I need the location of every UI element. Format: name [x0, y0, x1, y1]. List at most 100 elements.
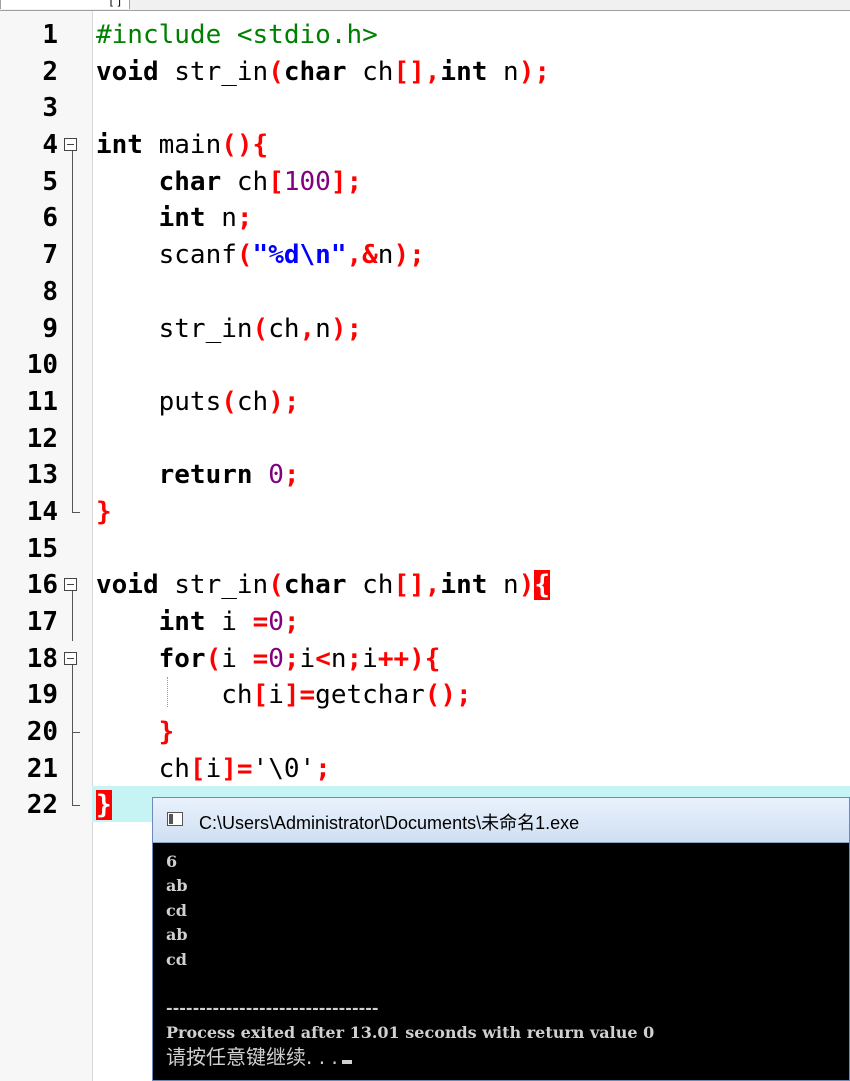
- code-token: [: [189, 753, 206, 784]
- file-tab[interactable]: [*]: [0, 0, 130, 9]
- code-token: (: [205, 643, 222, 674]
- line-number: 10: [26, 350, 58, 381]
- fold-guide: [72, 383, 73, 421]
- code-token: i: [221, 643, 253, 674]
- code-text[interactable]: scanf("%d\n",&n);: [96, 237, 425, 274]
- code-line[interactable]: 21 ch[i]='\0';: [0, 750, 850, 788]
- code-token: i: [362, 643, 378, 674]
- code-line[interactable]: 2 void str_in(char ch[],int n);: [0, 54, 850, 91]
- code-line[interactable]: 20 }: [0, 714, 850, 752]
- line-number: 20: [26, 717, 58, 748]
- code-line[interactable]: 12: [0, 420, 850, 458]
- code-token: (: [268, 570, 284, 601]
- code-token: (: [236, 240, 253, 271]
- code-line[interactable]: 19 ch[i]=getchar();: [0, 677, 850, 715]
- line-number: 13: [26, 460, 58, 491]
- console-line: ab: [166, 925, 188, 945]
- code-token: ch: [96, 753, 190, 784]
- console-window[interactable]: C:\Users\Administrator\Documents\未命名1.ex…: [152, 797, 850, 1081]
- code-line[interactable]: 18 for(i =0;i<n;i++){: [0, 641, 850, 678]
- console-line: ab: [166, 876, 188, 896]
- tab-strip: [*]: [0, 0, 850, 11]
- fold-collapse-icon[interactable]: [64, 651, 77, 665]
- code-text[interactable]: void str_in(char ch[],int n);: [96, 54, 550, 91]
- code-text[interactable]: puts(ch);: [96, 384, 300, 421]
- code-token: {: [534, 570, 551, 601]
- code-line[interactable]: 7 scanf("%d\n",&n);: [0, 237, 850, 275]
- code-line[interactable]: 11 puts(ch);: [0, 383, 850, 421]
- code-text[interactable]: void str_in(char ch[],int n){: [96, 567, 551, 604]
- prompt-text: 请按任意键继续. . .: [166, 1045, 338, 1070]
- code-token: n: [487, 570, 519, 601]
- code-token: i: [205, 607, 253, 637]
- code-token: ;: [283, 643, 300, 674]
- fold-end-marker: [72, 805, 80, 807]
- code-token: (: [221, 386, 237, 417]
- code-text[interactable]: }: [96, 494, 112, 531]
- code-line[interactable]: 10: [0, 347, 850, 385]
- code-token: '\0': [252, 753, 316, 784]
- code-line[interactable]: 16 void str_in(char ch[],int n){: [0, 567, 850, 605]
- code-token: int: [440, 56, 488, 87]
- code-text[interactable]: char ch[100];: [96, 164, 363, 201]
- line-number: 3: [42, 93, 58, 124]
- console-line: 6: [166, 852, 178, 871]
- fold-guide: [72, 347, 73, 385]
- code-text[interactable]: ch[i]='\0';: [96, 751, 331, 788]
- code-text[interactable]: ch[i]=getchar();: [96, 677, 472, 714]
- code-token: ch: [221, 166, 269, 197]
- code-token: int: [158, 607, 206, 637]
- code-token: int: [440, 570, 488, 601]
- code-text[interactable]: int i =0;: [96, 604, 300, 641]
- code-line[interactable]: 17 int i =0;: [0, 604, 850, 641]
- code-token: [],: [393, 56, 441, 87]
- code-line[interactable]: 3: [0, 90, 850, 127]
- code-text[interactable]: int n;: [96, 200, 253, 237]
- code-token: }: [158, 717, 175, 748]
- code-token: );: [268, 386, 300, 417]
- code-line[interactable]: 6 int n;: [0, 200, 850, 238]
- line-number: 22: [26, 790, 58, 821]
- code-token: ;: [346, 643, 363, 674]
- code-token: (: [268, 56, 284, 87]
- fold-collapse-icon[interactable]: [64, 578, 77, 592]
- code-line[interactable]: 14}: [0, 493, 850, 531]
- code-line[interactable]: 13 return 0;: [0, 457, 850, 495]
- code-line[interactable]: 4 int main(){: [0, 127, 850, 165]
- code-token: =: [252, 643, 269, 674]
- fold-guide: [72, 237, 73, 275]
- code-token: n: [377, 240, 394, 271]
- code-token: for: [158, 643, 206, 674]
- fold-collapse-icon[interactable]: [64, 138, 77, 152]
- code-token: ch: [96, 680, 253, 711]
- code-token: int: [158, 203, 206, 234]
- code-token: ]=: [221, 753, 253, 784]
- code-text[interactable]: }: [96, 714, 175, 751]
- console-title-bar[interactable]: C:\Users\Administrator\Documents\未命名1.ex…: [153, 798, 849, 843]
- fold-guide: [72, 677, 73, 715]
- line-number: 15: [26, 533, 58, 564]
- code-line[interactable]: 9 str_in(ch,n);: [0, 310, 850, 348]
- code-editor[interactable]: 1 #include <stdio.h> 2 void str_in(char ch[…: [0, 17, 850, 824]
- code-line[interactable]: 1 #include <stdio.h>: [0, 17, 850, 54]
- code-text[interactable]: #include <stdio.h>: [96, 17, 378, 54]
- code-token: str_in: [96, 313, 253, 344]
- code-line[interactable]: 8: [0, 273, 850, 311]
- code-text[interactable]: str_in(ch,n);: [96, 311, 363, 348]
- code-line[interactable]: 15: [0, 531, 850, 568]
- code-token: ;: [236, 203, 253, 234]
- fold-guide: [72, 273, 73, 311]
- line-number: 7: [42, 240, 58, 271]
- fold-guide: [72, 457, 73, 495]
- code-line[interactable]: 5 char ch[100];: [0, 163, 850, 201]
- code-text[interactable]: }: [96, 787, 112, 824]
- code-text[interactable]: for(i =0;i<n;i++){: [96, 641, 441, 678]
- code-text[interactable]: int main(){: [96, 127, 268, 164]
- console-title: C:\Users\Administrator\Documents\未命名1.ex…: [199, 813, 580, 833]
- code-token: puts: [96, 386, 222, 417]
- fold-end-marker: [72, 732, 80, 734]
- code-text[interactable]: return 0;: [96, 457, 300, 494]
- code-token: ch: [346, 570, 394, 601]
